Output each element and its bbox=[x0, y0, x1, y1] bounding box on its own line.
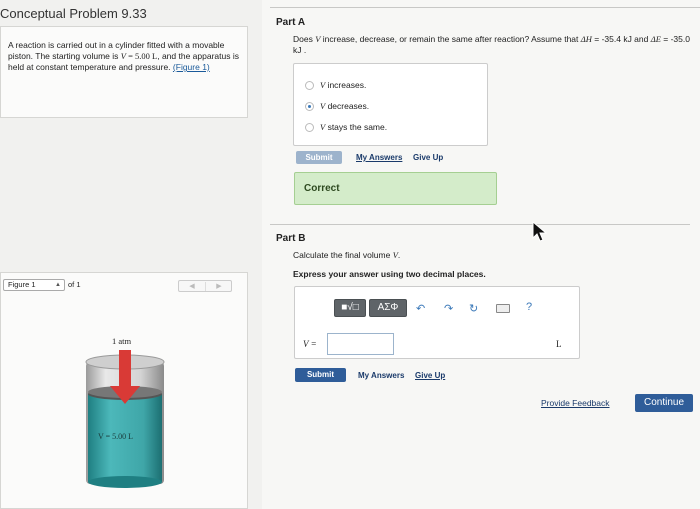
help-button[interactable]: ? bbox=[526, 301, 532, 313]
choice-text: decreases. bbox=[325, 101, 370, 111]
select-arrows-icon: ▲ bbox=[55, 282, 61, 288]
q-text-2: increase, decrease, or remain the same a… bbox=[320, 34, 581, 44]
chevron-right-icon[interactable]: ▶ bbox=[206, 281, 232, 292]
final-volume-input[interactable] bbox=[327, 333, 394, 355]
part-b-instructions: Express your answer using two decimal pl… bbox=[293, 269, 486, 279]
chevron-left-icon[interactable]: ◀ bbox=[179, 281, 205, 292]
radio-stays-same[interactable] bbox=[305, 122, 314, 132]
undo-icon[interactable]: ↶ bbox=[416, 302, 425, 315]
part-a-give-up-link[interactable]: Give Up bbox=[413, 153, 443, 162]
q-text-1: Does bbox=[293, 34, 316, 44]
pressure-arrow bbox=[119, 350, 131, 388]
part-a-my-answers-link[interactable]: My Answers bbox=[356, 153, 402, 162]
choice-text: stays the same. bbox=[325, 122, 388, 132]
figure-link[interactable]: (Figure 1) bbox=[173, 62, 210, 72]
calc-text-1: Calculate the final volume bbox=[293, 250, 393, 260]
redo-icon[interactable]: ↷ bbox=[444, 302, 453, 315]
symbols-button[interactable]: ΑΣΦ bbox=[369, 299, 407, 317]
template-button[interactable]: ■√□ bbox=[334, 299, 366, 317]
reset-icon[interactable]: ↻ bbox=[469, 302, 478, 315]
volume-label: V = 5.00 L bbox=[98, 432, 134, 441]
problem-statement: A reaction is carried out in a cylinder … bbox=[8, 40, 240, 73]
calc-text-2: . bbox=[397, 250, 401, 260]
part-b-my-answers-link[interactable]: My Answers bbox=[358, 371, 404, 380]
part-a-heading: Part A bbox=[276, 17, 306, 28]
part-b-give-up-link[interactable]: Give Up bbox=[415, 371, 445, 380]
answer-variable-label: V = bbox=[303, 339, 317, 349]
figure-select-value: Figure 1 bbox=[8, 280, 36, 289]
radio-increases[interactable] bbox=[305, 80, 314, 90]
choice-decreases[interactable]: V decreases. bbox=[305, 101, 369, 111]
v-label: V = bbox=[303, 339, 317, 349]
top-divider bbox=[270, 7, 700, 8]
continue-button[interactable]: Continue bbox=[635, 394, 693, 412]
q-dh: ΔH bbox=[580, 34, 592, 44]
answer-unit: L bbox=[556, 339, 562, 349]
part-a-submit-button[interactable]: Submit bbox=[296, 151, 342, 164]
mouse-cursor-icon bbox=[532, 221, 548, 242]
q-de: ΔE bbox=[650, 34, 661, 44]
part-b-submit-button[interactable]: Submit bbox=[295, 368, 346, 382]
problem-title: Conceptual Problem 9.33 bbox=[0, 6, 147, 21]
figure-count: of 1 bbox=[68, 280, 81, 289]
radio-decreases[interactable] bbox=[305, 101, 314, 111]
figure-select[interactable]: Figure 1 ▲ bbox=[3, 279, 65, 291]
cylinder-illustration bbox=[85, 350, 165, 488]
correct-feedback: Correct bbox=[294, 172, 497, 205]
provide-feedback-link[interactable]: Provide Feedback bbox=[541, 398, 610, 408]
figure-pager: ◀ ▶ bbox=[178, 280, 232, 292]
choice-stays-same[interactable]: V stays the same. bbox=[305, 122, 387, 132]
choice-increases[interactable]: V increases. bbox=[305, 80, 366, 90]
part-b-heading: Part B bbox=[276, 233, 306, 244]
q-text-3: = -35.4 kJ and bbox=[591, 34, 651, 44]
keyboard-icon[interactable] bbox=[496, 304, 510, 313]
part-a-question: Does V increase, decrease, or remain the… bbox=[293, 34, 693, 56]
choice-text: increases. bbox=[325, 80, 367, 90]
part-b-question: Calculate the final volume V. bbox=[293, 250, 400, 260]
section-divider bbox=[270, 224, 690, 225]
problem-eq-value: = 5.00 L bbox=[125, 51, 158, 61]
